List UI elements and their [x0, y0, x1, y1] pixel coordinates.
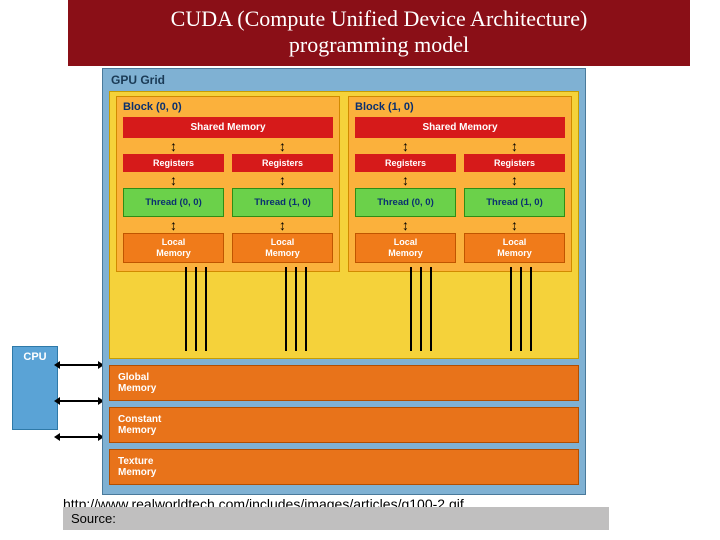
thread-grid: Block (0, 0) Shared Memory ↕↕ Registers …	[109, 91, 579, 359]
thread-1-0: Thread (1, 0)	[464, 188, 565, 217]
threads-row: Thread (0, 0) Thread (1, 0)	[355, 188, 565, 217]
title-line2: programming model	[68, 32, 690, 58]
source-label: Source:	[71, 511, 116, 526]
updown-arrow-icon: ↕	[511, 219, 518, 231]
registers: Registers	[464, 154, 565, 172]
local-mem-row: LocalMemory LocalMemory	[123, 233, 333, 263]
arrow-row: ↕↕	[355, 219, 565, 231]
local-mem-row: LocalMemory LocalMemory	[355, 233, 565, 263]
connector-line	[205, 267, 207, 351]
connector-line	[430, 267, 432, 351]
arrow-row: ↕↕	[123, 140, 333, 152]
thread-0-0: Thread (0, 0)	[355, 188, 456, 217]
shared-memory: Shared Memory	[123, 117, 333, 138]
arrowhead-icon	[54, 433, 60, 441]
block-0-0: Block (0, 0) Shared Memory ↕↕ Registers …	[116, 96, 340, 272]
connector-line	[510, 267, 512, 351]
connector-line	[285, 267, 287, 351]
local-memory: LocalMemory	[355, 233, 456, 263]
registers-row: Registers Registers	[355, 154, 565, 172]
cpu-tmem-arrow	[58, 436, 100, 438]
cpu-cmem-arrow	[58, 400, 100, 402]
texture-memory: TextureMemory	[109, 449, 579, 485]
registers: Registers	[123, 154, 224, 172]
updown-arrow-icon: ↕	[511, 140, 518, 152]
updown-arrow-icon: ↕	[279, 219, 286, 231]
cpu-box: CPU	[12, 346, 58, 430]
local-memory: LocalMemory	[232, 233, 333, 263]
arrow-row: ↕↕	[355, 140, 565, 152]
block-title: Block (0, 0)	[123, 101, 333, 113]
connector-line	[195, 267, 197, 351]
updown-arrow-icon: ↕	[279, 174, 286, 186]
connector-line	[530, 267, 532, 351]
thread-0-0: Thread (0, 0)	[123, 188, 224, 217]
updown-arrow-icon: ↕	[402, 219, 409, 231]
title-line1: CUDA (Compute Unified Device Architectur…	[68, 6, 690, 32]
block-1-0: Block (1, 0) Shared Memory ↕↕ Registers …	[348, 96, 572, 272]
local-memory: LocalMemory	[123, 233, 224, 263]
device-memories: GlobalMemory ConstantMemory TextureMemor…	[109, 365, 579, 485]
gpu-grid: GPU Grid Block (0, 0) Shared Memory ↕↕ R…	[102, 68, 586, 495]
arrow-row: ↕↕	[123, 174, 333, 186]
updown-arrow-icon: ↕	[402, 174, 409, 186]
updown-arrow-icon: ↕	[170, 140, 177, 152]
cpu-label: CPU	[23, 351, 46, 363]
source-box: Source:	[63, 507, 609, 530]
thread-1-0: Thread (1, 0)	[232, 188, 333, 217]
shared-memory: Shared Memory	[355, 117, 565, 138]
connector-line	[185, 267, 187, 351]
constant-memory: ConstantMemory	[109, 407, 579, 443]
updown-arrow-icon: ↕	[279, 140, 286, 152]
connector-line	[295, 267, 297, 351]
updown-arrow-icon: ↕	[170, 219, 177, 231]
local-memory: LocalMemory	[464, 233, 565, 263]
connector-line	[305, 267, 307, 351]
slide-title: CUDA (Compute Unified Device Architectur…	[68, 0, 690, 66]
cpu-gmem-arrow	[58, 364, 100, 366]
threads-row: Thread (0, 0) Thread (1, 0)	[123, 188, 333, 217]
blocks-row: Block (0, 0) Shared Memory ↕↕ Registers …	[116, 96, 572, 272]
updown-arrow-icon: ↕	[170, 174, 177, 186]
registers: Registers	[355, 154, 456, 172]
connector-line	[520, 267, 522, 351]
connector-line	[410, 267, 412, 351]
block-title: Block (1, 0)	[355, 101, 565, 113]
arrow-row: ↕↕	[123, 219, 333, 231]
connector-line	[420, 267, 422, 351]
global-memory: GlobalMemory	[109, 365, 579, 401]
updown-arrow-icon: ↕	[511, 174, 518, 186]
updown-arrow-icon: ↕	[402, 140, 409, 152]
diagram-stage: CPU GPU Grid Block (0, 0) Shared Memory …	[68, 68, 720, 498]
arrowhead-icon	[54, 397, 60, 405]
gpu-title: GPU Grid	[111, 73, 579, 87]
arrowhead-icon	[54, 361, 60, 369]
registers: Registers	[232, 154, 333, 172]
registers-row: Registers Registers	[123, 154, 333, 172]
arrow-row: ↕↕	[355, 174, 565, 186]
